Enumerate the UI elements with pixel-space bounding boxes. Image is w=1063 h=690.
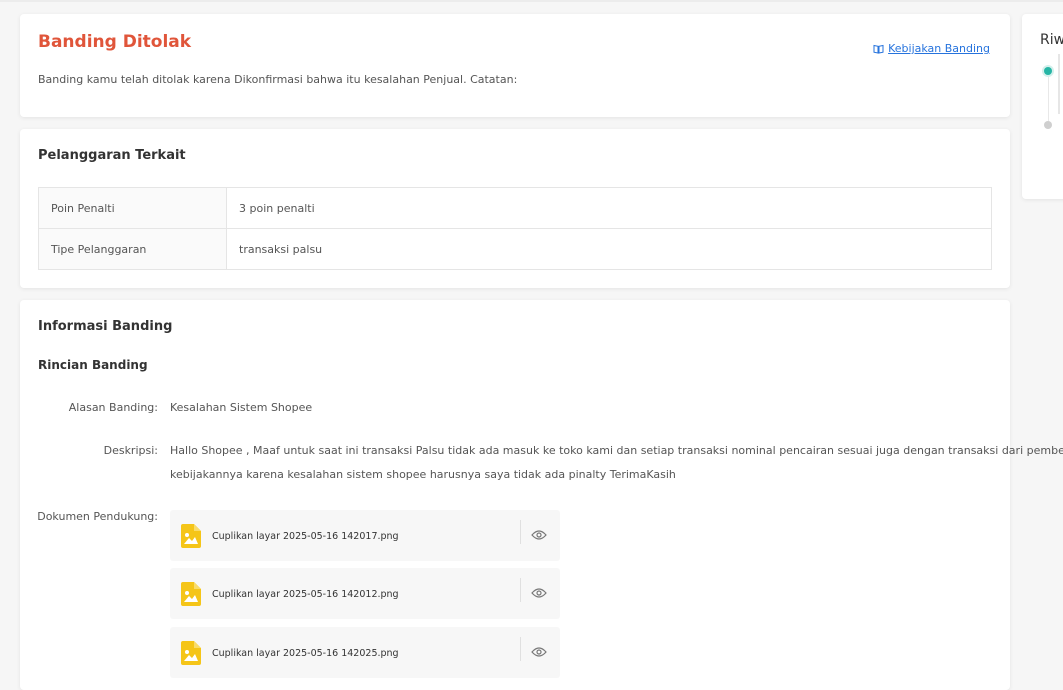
eye-icon[interactable]: [531, 646, 547, 658]
violation-section-title: Pelanggaran Terkait: [38, 148, 186, 163]
related-violation-card: Pelanggaran Terkait Poin Penalti 3 poin …: [20, 129, 1010, 288]
top-divider: [0, 0, 1063, 2]
status-title: Banding Ditolak: [38, 32, 192, 52]
timeline-line: [1048, 77, 1049, 121]
divider: [520, 637, 521, 661]
table-row: Tipe Pelanggaran transaksi palsu: [38, 228, 992, 270]
eye-icon[interactable]: [531, 587, 547, 599]
violation-type-label: Tipe Pelanggaran: [38, 228, 227, 270]
image-file-icon: [181, 582, 201, 606]
image-file-icon: [181, 641, 201, 665]
history-scrollbar[interactable]: [1058, 54, 1060, 114]
appeal-history-card: Riw: [1022, 14, 1063, 199]
document-name[interactable]: Cuplikan layar 2025-05-16 142017.png: [212, 531, 399, 542]
image-file-icon: [181, 524, 201, 548]
timeline-dot-active: [1044, 67, 1052, 75]
appeal-status-card: Banding Ditolak Kebijakan Banding Bandin…: [20, 14, 1010, 117]
status-message: Banding kamu telah ditolak karena Dikonf…: [38, 73, 518, 86]
table-row: Poin Penalti 3 poin penalti: [38, 187, 992, 229]
description-label: Deskripsi:: [103, 444, 158, 457]
book-icon: [873, 44, 884, 54]
document-name[interactable]: Cuplikan layar 2025-05-16 142012.png: [212, 589, 399, 600]
timeline-dot: [1044, 121, 1052, 129]
history-title: Riw: [1040, 32, 1063, 48]
divider: [520, 520, 521, 544]
document-name[interactable]: Cuplikan layar 2025-05-16 142025.png: [212, 648, 399, 659]
violation-type-value: transaksi palsu: [226, 228, 992, 270]
eye-icon[interactable]: [531, 529, 547, 541]
description-line-1: Hallo Shopee , Maaf untuk saat ini trans…: [170, 444, 1063, 457]
appeal-info-card: Informasi Banding Rincian Banding Alasan…: [20, 300, 1063, 690]
divider: [520, 578, 521, 602]
info-section-title: Informasi Banding: [38, 319, 173, 334]
document-item: Cuplikan layar 2025-05-16 142012.png: [170, 568, 560, 619]
appeal-details-subtitle: Rincian Banding: [38, 358, 148, 372]
reason-label: Alasan Banding:: [68, 401, 158, 414]
appeal-policy-label[interactable]: Kebijakan Banding: [888, 42, 990, 55]
documents-label: Dokumen Pendukung:: [37, 510, 158, 523]
penalty-points-value: 3 poin penalti: [226, 187, 992, 229]
appeal-policy-link[interactable]: Kebijakan Banding: [873, 42, 990, 55]
violation-table: Poin Penalti 3 poin penalti Tipe Pelangg…: [38, 187, 992, 270]
description-line-2: kebijakannya karena kesalahan sistem sho…: [170, 468, 676, 481]
penalty-points-label: Poin Penalti: [38, 187, 227, 229]
reason-value: Kesalahan Sistem Shopee: [170, 401, 313, 414]
document-item: Cuplikan layar 2025-05-16 142025.png: [170, 627, 560, 678]
document-item: Cuplikan layar 2025-05-16 142017.png: [170, 510, 560, 561]
